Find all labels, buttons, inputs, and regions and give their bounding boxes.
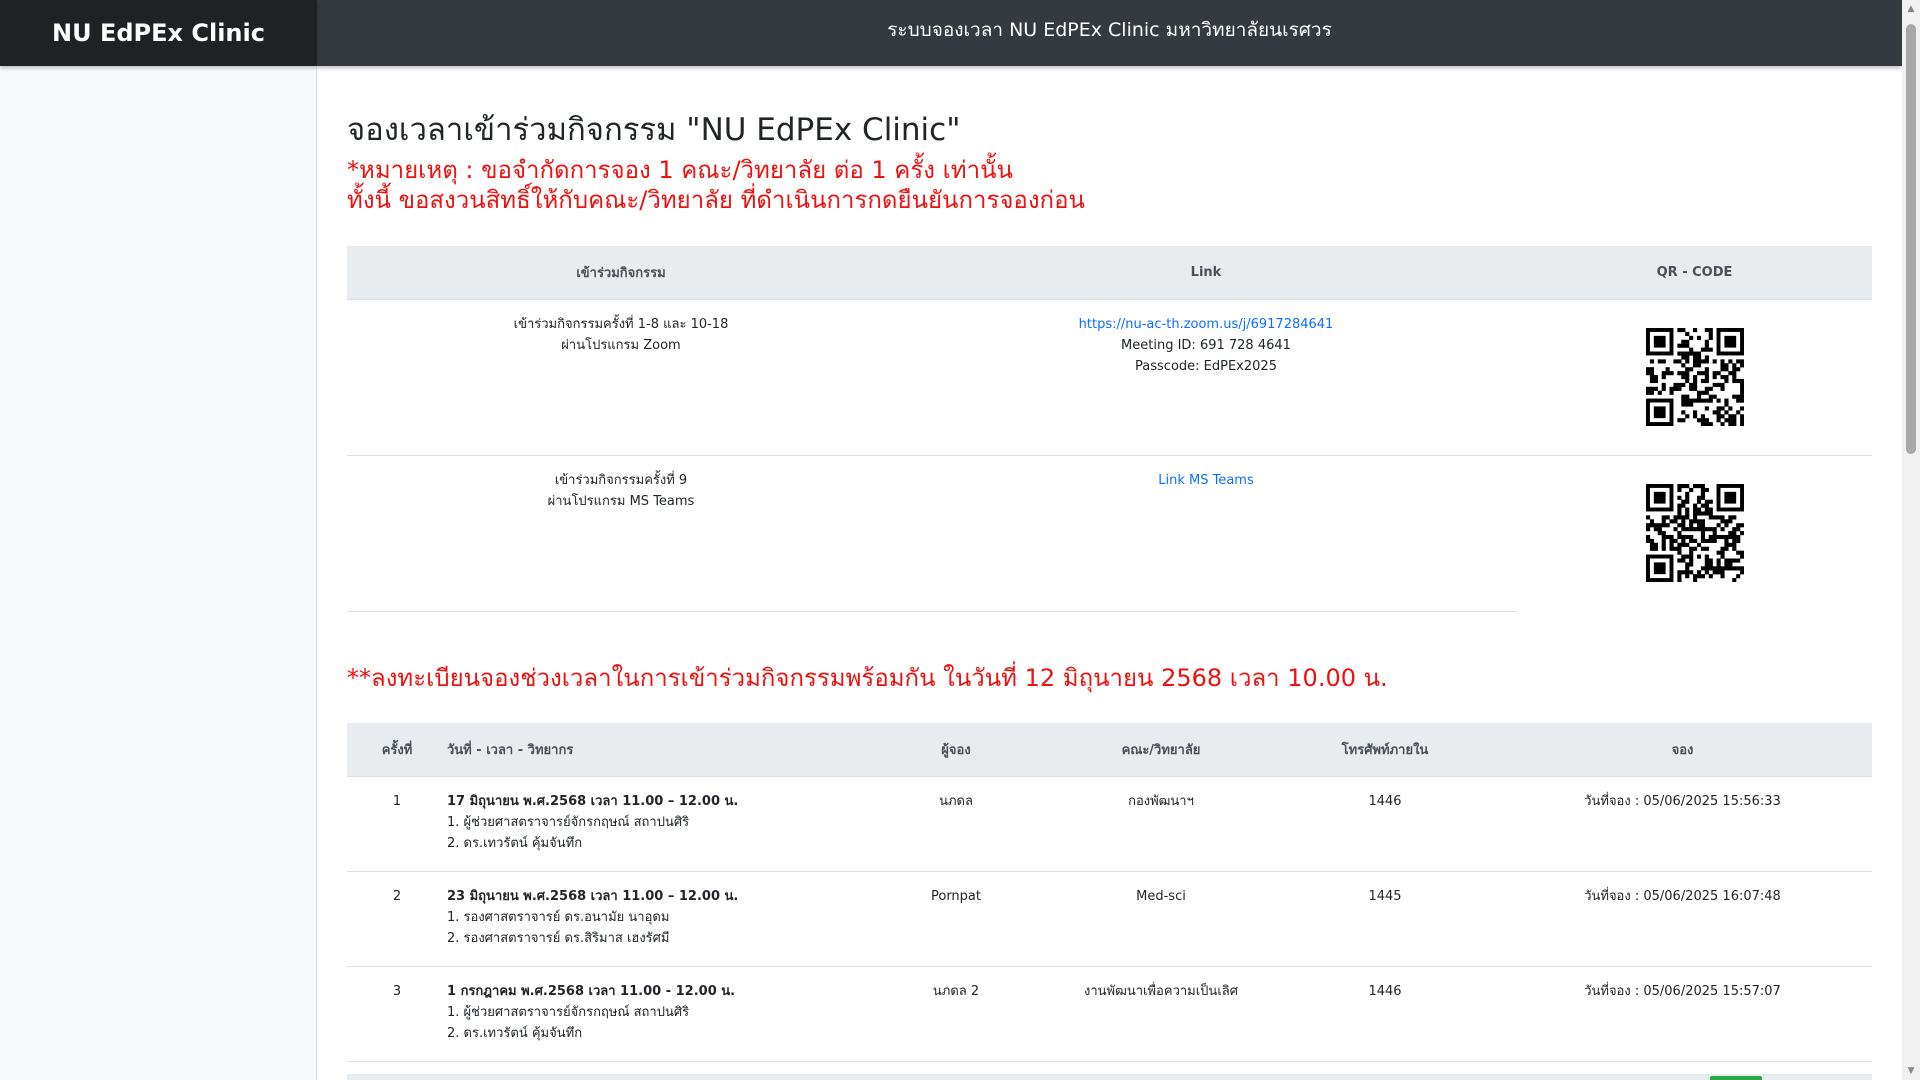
- speaker: 2. รองศาสตราจารย์ ดร.สิริมาส เฮงรัศมี: [447, 930, 670, 946]
- top-navbar: ระบบจองเวลา NU EdPEx Clinic มหาวิทยาลัยน…: [317, 0, 1902, 66]
- session-number: 3: [347, 966, 447, 1062]
- column-header: QR - CODE: [1517, 246, 1872, 300]
- session-date: 17 มิถุนายน พ.ศ.2568 เวลา 11.00 – 12.00 …: [447, 793, 739, 809]
- column-header: โทรศัพท์ภายใน: [1277, 723, 1493, 777]
- session-date: 1 กรกฎาคม พ.ศ.2568 เวลา 11.00 - 12.00 น.: [447, 983, 736, 999]
- column-header: จอง: [1493, 723, 1872, 777]
- booker-name: นภดล 2: [867, 966, 1045, 1062]
- page-title: จองเวลาเข้าร่วมกิจกรรม "NU EdPEx Clinic": [347, 112, 961, 148]
- faculty-name: กองพัฒนาฯ: [1045, 776, 1277, 872]
- activity-label: เข้าร่วมกิจกรรมครั้งที่ 1-8 และ 10-18: [513, 316, 729, 332]
- booker-name: Pornpat: [867, 871, 1045, 967]
- booking-table: ครั้งที่ วันที่ - เวลา - วิทยากร ผู้จอง …: [347, 723, 1872, 1062]
- join-activity-table: เข้าร่วมกิจกรรม Link QR - CODE เข้าร่วมก…: [347, 246, 1872, 612]
- booking-status: วันที่จอง : 05/06/2025 16:07:48: [1493, 871, 1872, 967]
- column-header: Link: [895, 246, 1517, 300]
- scroll-up-icon[interactable]: ▲: [1906, 4, 1916, 14]
- activity-program: ผ่านโปรแกรม Zoom: [561, 337, 681, 353]
- activity-cell: เข้าร่วมกิจกรรมครั้งที่ 9 ผ่านโปรแกรม MS…: [347, 455, 895, 612]
- link-cell: Link MS Teams: [895, 455, 1517, 612]
- activity-cell: เข้าร่วมกิจกรรมครั้งที่ 1-8 และ 10-18 ผ่…: [347, 299, 895, 456]
- session-number: 2: [347, 871, 447, 967]
- booker-name: นภดล: [867, 776, 1045, 872]
- priority-note: ทั้งนี้ ขอสงวนสิทธิ์ให้กับคณะ/วิทยาลัย ท…: [347, 186, 1085, 214]
- next-row-header: [347, 1074, 1872, 1080]
- teams-qr-code: [1645, 483, 1744, 582]
- speaker: 1. ผู้ช่วยศาสตราจารย์จักรกฤษณ์ สถาปนศิริ: [447, 814, 690, 830]
- booking-status: วันที่จอง : 05/06/2025 15:57:07: [1493, 966, 1872, 1062]
- activity-label: เข้าร่วมกิจกรรมครั้งที่ 9: [554, 472, 688, 488]
- column-header: ครั้งที่: [347, 723, 447, 777]
- phone-ext: 1446: [1277, 966, 1493, 1062]
- column-header: วันที่ - เวลา - วิทยากร: [447, 723, 867, 777]
- navbar-title: ระบบจองเวลา NU EdPEx Clinic มหาวิทยาลัยน…: [887, 19, 1332, 41]
- table-row: 1 17 มิถุนายน พ.ศ.2568 เวลา 11.00 – 12.0…: [347, 776, 1872, 872]
- meeting-id: Meeting ID: 691 728 4641: [1121, 337, 1291, 353]
- speaker: 2. ดร.เทวรัตน์ คุ้มจันทึก: [447, 1025, 583, 1041]
- session-number: 1: [347, 776, 447, 872]
- table-header-row: ครั้งที่ วันที่ - เวลา - วิทยากร ผู้จอง …: [347, 723, 1872, 777]
- main-content: จองเวลาเข้าร่วมกิจกรรม "NU EdPEx Clinic"…: [317, 66, 1902, 1080]
- scroll-down-icon[interactable]: ▼: [1906, 1066, 1916, 1076]
- phone-ext: 1446: [1277, 776, 1493, 872]
- faculty-name: Med-sci: [1045, 871, 1277, 967]
- zoom-link[interactable]: https://nu-ac-th.zoom.us/j/6917284641: [1079, 317, 1334, 332]
- column-header: ผู้จอง: [867, 723, 1045, 777]
- speaker: 2. ดร.เทวรัตน์ คุ้มจันทึก: [447, 835, 583, 851]
- speaker: 1. รองศาสตราจารย์ ดร.อนามัย นาอุดม: [447, 909, 670, 925]
- vertical-scrollbar[interactable]: ▲ ▼: [1902, 0, 1920, 1080]
- sidebar: [0, 66, 317, 1080]
- faculty-name: งานพัฒนาเพื่อความเป็นเลิศ: [1045, 966, 1277, 1062]
- speaker: 1. ผู้ช่วยศาสตราจารย์จักรกฤษณ์ สถาปนศิริ: [447, 1004, 690, 1020]
- session-date: 23 มิถุนายน พ.ศ.2568 เวลา 11.00 – 12.00 …: [447, 888, 739, 904]
- table-row: 3 1 กรกฎาคม พ.ศ.2568 เวลา 11.00 - 12.00 …: [347, 966, 1872, 1062]
- column-header: เข้าร่วมกิจกรรม: [347, 246, 895, 300]
- brand-logo[interactable]: NU EdPEx Clinic: [0, 0, 317, 66]
- table-row: 2 23 มิถุนายน พ.ศ.2568 เวลา 11.00 – 12.0…: [347, 871, 1872, 967]
- session-detail: 1 กรกฎาคม พ.ศ.2568 เวลา 11.00 - 12.00 น.…: [447, 966, 867, 1062]
- book-button[interactable]: [1710, 1076, 1762, 1080]
- zoom-qr-code: [1645, 327, 1744, 426]
- session-detail: 17 มิถุนายน พ.ศ.2568 เวลา 11.00 – 12.00 …: [447, 776, 867, 872]
- qr-cell: [1517, 299, 1872, 456]
- phone-ext: 1445: [1277, 871, 1493, 967]
- link-cell: https://nu-ac-th.zoom.us/j/6917284641 Me…: [895, 299, 1517, 456]
- scrollbar-thumb[interactable]: [1906, 24, 1916, 454]
- ms-teams-link[interactable]: Link MS Teams: [1158, 473, 1254, 488]
- activity-program: ผ่านโปรแกรม MS Teams: [547, 493, 695, 509]
- table-header-row: เข้าร่วมกิจกรรม Link QR - CODE: [347, 246, 1872, 300]
- column-header: คณะ/วิทยาลัย: [1045, 723, 1277, 777]
- registration-note: **ลงทะเบียนจองช่วงเวลาในการเข้าร่วมกิจกร…: [347, 664, 1388, 692]
- qr-cell: [1517, 455, 1872, 611]
- table-row: เข้าร่วมกิจกรรมครั้งที่ 1-8 และ 10-18 ผ่…: [347, 299, 1872, 456]
- passcode: Passcode: EdPEx2025: [1135, 358, 1277, 374]
- booking-status: วันที่จอง : 05/06/2025 15:56:33: [1493, 776, 1872, 872]
- session-detail: 23 มิถุนายน พ.ศ.2568 เวลา 11.00 – 12.00 …: [447, 871, 867, 967]
- table-row: เข้าร่วมกิจกรรมครั้งที่ 9 ผ่านโปรแกรม MS…: [347, 455, 1872, 612]
